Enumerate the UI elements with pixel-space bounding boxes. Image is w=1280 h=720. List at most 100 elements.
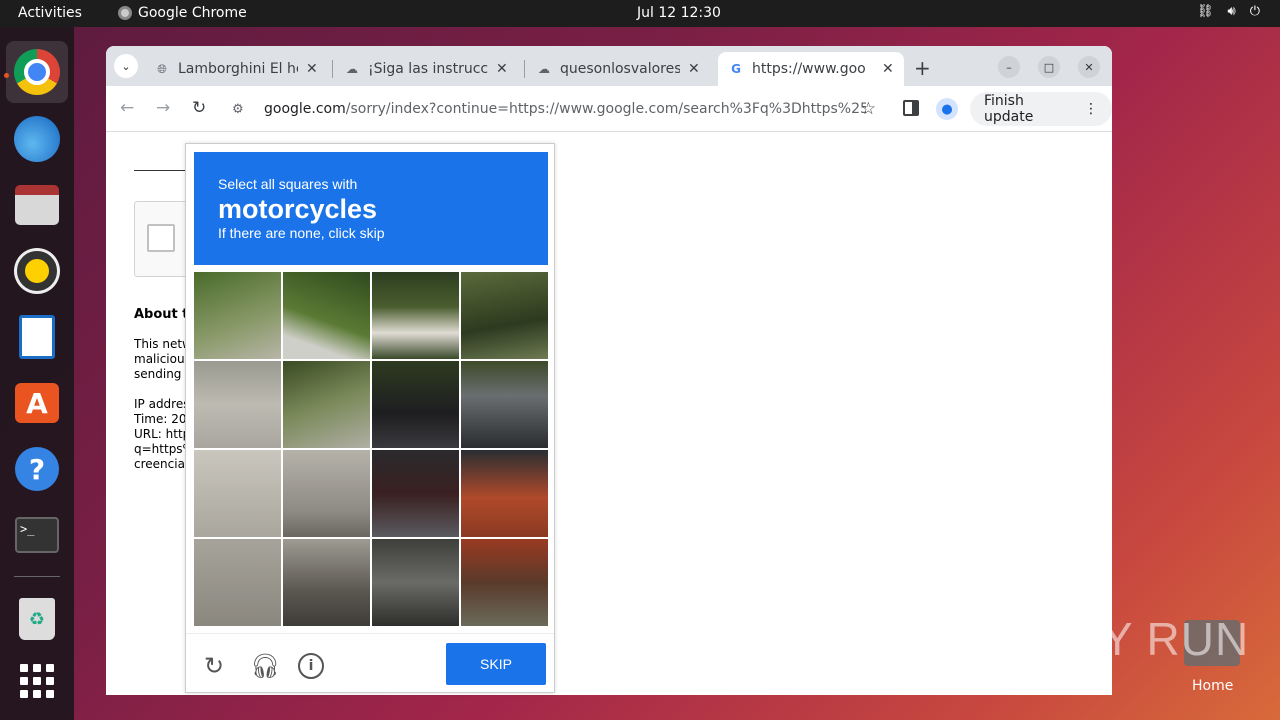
- new-tab-button[interactable]: +: [914, 56, 931, 80]
- dock-separator: [14, 576, 60, 577]
- dock-help[interactable]: ?: [6, 438, 68, 500]
- tab-lamborghini[interactable]: 🌐︎ Lamborghini El he ✕: [144, 52, 328, 86]
- dock: A ? >_ ♻: [0, 27, 74, 720]
- kebab-menu-icon: ⋮: [1084, 101, 1098, 117]
- close-icon[interactable]: ✕: [496, 61, 508, 77]
- body-line: Time: 20: [134, 412, 187, 426]
- close-icon[interactable]: ✕: [688, 61, 700, 77]
- finish-update-button[interactable]: Finish update ⋮: [970, 92, 1112, 126]
- headphones-icon[interactable]: 🎧︎: [250, 652, 280, 680]
- dock-rhythmbox[interactable]: [6, 240, 68, 302]
- tab-google-active[interactable]: G https://www.goo ✕: [718, 52, 904, 86]
- body-line: This netw: [134, 337, 192, 351]
- files-icon: [15, 185, 59, 225]
- site-info-icon[interactable]: ⚙: [232, 102, 256, 117]
- skip-button[interactable]: SKIP: [446, 643, 546, 685]
- download-icon: ☁: [346, 62, 358, 76]
- body-line: URL: http: [134, 427, 191, 441]
- recaptcha-checkbox[interactable]: [147, 224, 175, 252]
- download-icon: ☁: [538, 62, 550, 76]
- dock-writer[interactable]: [6, 306, 68, 368]
- forward-button[interactable]: →: [156, 98, 170, 118]
- captcha-target: motorcycles: [218, 194, 378, 224]
- reload-icon[interactable]: ↻: [204, 652, 224, 680]
- info-icon[interactable]: i: [298, 653, 324, 679]
- toolbar: ← → ↻ ⚙ google.com /sorry/index?continue…: [106, 86, 1112, 132]
- url-host: google.com: [264, 101, 346, 117]
- bookmark-star-icon[interactable]: ☆: [861, 99, 876, 119]
- home-folder-label[interactable]: Home: [1192, 678, 1233, 694]
- terminal-icon: >_: [15, 517, 59, 553]
- captcha-tile[interactable]: [372, 539, 459, 626]
- tab-title: https://www.goo: [752, 61, 866, 77]
- captcha-challenge: Select all squares with motorcycles If t…: [185, 143, 555, 693]
- tab-strip: ⌄ 🌐︎ Lamborghini El he ✕ ☁ ¡Siga las ins…: [106, 46, 1112, 86]
- running-indicator: [4, 73, 9, 78]
- captcha-tile[interactable]: [461, 539, 548, 626]
- captcha-tile[interactable]: [461, 272, 548, 359]
- tab-title: ¡Siga las instrucci: [368, 61, 488, 77]
- captcha-tile[interactable]: [283, 450, 370, 537]
- dock-app-center[interactable]: A: [6, 372, 68, 434]
- captcha-tile[interactable]: [372, 361, 459, 448]
- app-name: Google Chrome: [138, 5, 247, 21]
- tab-quesonlosvalores[interactable]: ☁ quesonlosvalores ✕: [526, 52, 710, 86]
- maximize-button[interactable]: □: [1038, 56, 1060, 78]
- network-icon[interactable]: ⛓: [1197, 4, 1214, 19]
- anyrun-watermark: ANY RUN: [1036, 613, 1250, 665]
- dock-trash[interactable]: ♻: [6, 588, 68, 650]
- side-panel-icon[interactable]: [903, 100, 919, 116]
- captcha-tile[interactable]: [194, 361, 281, 448]
- captcha-tile[interactable]: [194, 450, 281, 537]
- reload-button[interactable]: ↻: [192, 98, 206, 118]
- body-line: malicious: [134, 352, 191, 366]
- close-icon[interactable]: ✕: [882, 61, 894, 77]
- captcha-tile[interactable]: [372, 450, 459, 537]
- app-menu[interactable]: Google Chrome: [118, 5, 247, 21]
- url-path: /sorry/index?continue=https://www.google…: [345, 101, 866, 117]
- close-window-button[interactable]: ✕: [1078, 56, 1100, 78]
- captcha-tile[interactable]: [372, 272, 459, 359]
- captcha-instruction: Select all squares with: [218, 176, 358, 192]
- body-line: IP addres: [134, 397, 190, 411]
- activities-button[interactable]: Activities: [18, 5, 82, 21]
- body-line: creencias: [134, 457, 192, 471]
- app-center-icon: A: [15, 383, 59, 423]
- power-icon[interactable]: ⏻: [1250, 4, 1260, 19]
- dock-terminal[interactable]: >_: [6, 504, 68, 566]
- chrome-icon: [14, 49, 60, 95]
- profile-avatar[interactable]: ●: [936, 98, 958, 120]
- captcha-tile[interactable]: [194, 539, 281, 626]
- dock-chrome[interactable]: [6, 41, 68, 103]
- captcha-tile[interactable]: [283, 361, 370, 448]
- tab-title: Lamborghini El he: [178, 61, 298, 77]
- captcha-tile[interactable]: [461, 361, 548, 448]
- trash-icon: ♻: [19, 598, 55, 640]
- address-bar[interactable]: ⚙ google.com /sorry/index?continue=https…: [224, 92, 884, 126]
- captcha-tile[interactable]: [283, 272, 370, 359]
- dock-thunderbird[interactable]: [6, 108, 68, 170]
- rhythmbox-icon: [17, 251, 57, 291]
- back-button[interactable]: ←: [120, 98, 134, 118]
- captcha-footer: ↻ 🎧︎ i SKIP: [186, 633, 554, 693]
- clock[interactable]: Jul 12 12:30: [637, 5, 721, 21]
- close-icon[interactable]: ✕: [306, 61, 318, 77]
- tab-siga[interactable]: ☁ ¡Siga las instrucci ✕: [334, 52, 518, 86]
- tab-separator: [332, 60, 333, 78]
- writer-icon: [19, 315, 55, 359]
- help-icon: ?: [15, 447, 59, 491]
- tab-title: quesonlosvalores: [560, 61, 680, 77]
- tab-search-button[interactable]: ⌄: [114, 54, 138, 78]
- chrome-mini-icon: [118, 6, 132, 20]
- finish-update-label: Finish update: [984, 93, 1034, 125]
- dock-files[interactable]: [6, 174, 68, 236]
- minimize-button[interactable]: –: [998, 56, 1020, 78]
- system-tray[interactable]: ⛓ 🔊︎ ⏻: [1197, 4, 1260, 19]
- dock-show-apps[interactable]: [6, 650, 68, 712]
- captcha-tile[interactable]: [194, 272, 281, 359]
- captcha-header: Select all squares with motorcycles If t…: [194, 152, 548, 265]
- captcha-tile[interactable]: [283, 539, 370, 626]
- captcha-tile[interactable]: [461, 450, 548, 537]
- volume-icon[interactable]: 🔊︎: [1228, 4, 1236, 19]
- tab-separator: [524, 60, 525, 78]
